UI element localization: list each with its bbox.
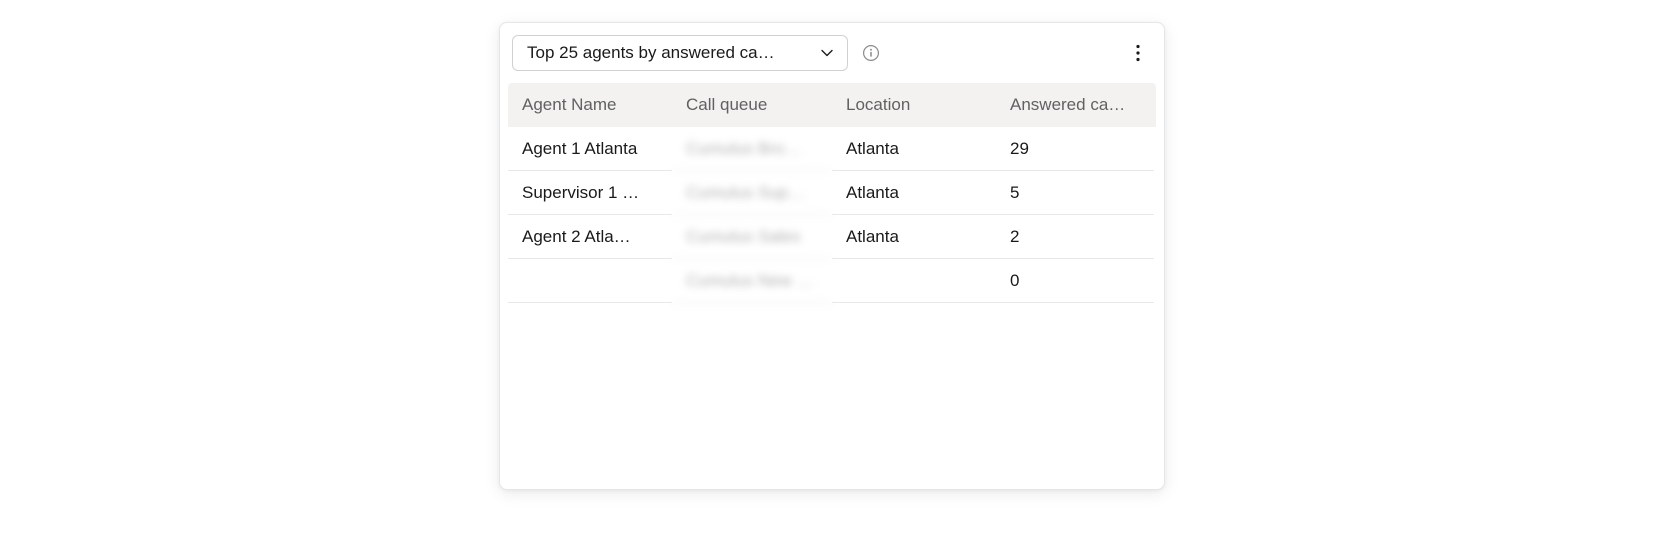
table-row[interactable]: Agent 1 Atlanta Cumulus Bro… Atlanta 29: [508, 127, 1156, 171]
cell-location: Atlanta: [832, 215, 996, 259]
table-header-row: Agent Name Call queue Location Answered …: [508, 83, 1156, 127]
agents-table: Agent Name Call queue Location Answered …: [508, 83, 1156, 303]
cell-call-queue: Cumulus Sales: [672, 215, 832, 259]
cell-call-queue: Cumulus Bro…: [672, 127, 832, 171]
cell-location: [832, 259, 996, 303]
cell-answered: 29: [996, 127, 1154, 171]
report-filter-dropdown[interactable]: Top 25 agents by answered ca…: [512, 35, 848, 71]
table-row[interactable]: Agent 2 Atla… Cumulus Sales Atlanta 2: [508, 215, 1156, 259]
col-header-agent-name[interactable]: Agent Name: [508, 95, 672, 115]
cell-agent-name: [508, 259, 672, 303]
cell-location: Atlanta: [832, 127, 996, 171]
cell-answered: 2: [996, 215, 1154, 259]
cell-call-queue: Cumulus New …: [672, 259, 832, 303]
cell-location: Atlanta: [832, 171, 996, 215]
dropdown-selected-label: Top 25 agents by answered ca…: [527, 43, 775, 63]
chevron-down-icon: [819, 45, 835, 61]
card-header: Top 25 agents by answered ca…: [508, 35, 1156, 83]
table-row[interactable]: Cumulus New … 0: [508, 259, 1156, 303]
cell-agent-name: Agent 2 Atla…: [508, 215, 672, 259]
more-options-button[interactable]: [1126, 41, 1150, 65]
col-header-call-queue[interactable]: Call queue: [672, 95, 832, 115]
info-icon[interactable]: [860, 42, 882, 64]
cell-agent-name: Agent 1 Atlanta: [508, 127, 672, 171]
cell-call-queue: Cumulus Sup…: [672, 171, 832, 215]
cell-agent-name: Supervisor 1 …: [508, 171, 672, 215]
agents-report-card: Top 25 agents by answered ca… Ag: [499, 22, 1165, 490]
col-header-answered[interactable]: Answered ca…: [996, 95, 1154, 115]
cell-answered: 0: [996, 259, 1154, 303]
cell-answered: 5: [996, 171, 1154, 215]
table-row[interactable]: Supervisor 1 … Cumulus Sup… Atlanta 5: [508, 171, 1156, 215]
col-header-location[interactable]: Location: [832, 95, 996, 115]
